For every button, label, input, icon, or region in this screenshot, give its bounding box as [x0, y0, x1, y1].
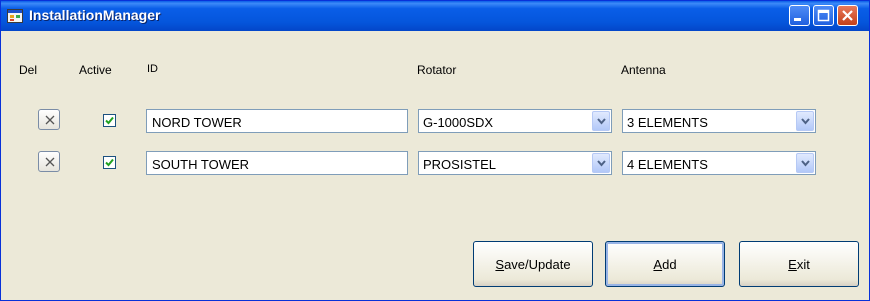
dropdown-button[interactable]	[592, 153, 610, 173]
id-input[interactable]: NORD TOWER	[146, 109, 408, 133]
maximize-icon	[817, 9, 830, 22]
chevron-down-icon	[801, 160, 810, 167]
exit-label: Exit	[788, 256, 810, 272]
antenna-select[interactable]: 3 ELEMENTS	[622, 109, 816, 133]
header-rotator: Rotator	[417, 63, 457, 77]
header-antenna: Antenna	[621, 63, 666, 77]
antenna-value: 3 ELEMENTS	[627, 115, 708, 130]
minimize-icon	[794, 18, 801, 21]
title-bar[interactable]: InstallationManager	[1, 1, 869, 31]
rotator-value: PROSISTEL	[423, 157, 496, 172]
rotator-select[interactable]: G-1000SDX	[418, 109, 612, 133]
close-icon	[842, 10, 853, 21]
dropdown-button[interactable]	[796, 153, 814, 173]
rotator-value: G-1000SDX	[423, 115, 494, 130]
delete-row-button[interactable]	[38, 151, 60, 172]
rotator-select[interactable]: PROSISTEL	[418, 151, 612, 175]
header-id: ID	[147, 63, 158, 75]
checkmark-icon	[105, 116, 114, 125]
app-icon	[7, 8, 23, 24]
window-title: InstallationManager	[29, 7, 161, 23]
delete-row-button[interactable]	[38, 109, 60, 130]
antenna-select[interactable]: 4 ELEMENTS	[622, 151, 816, 175]
save-update-button[interactable]: Save/Update	[473, 241, 593, 287]
close-button[interactable]	[837, 5, 858, 26]
id-input[interactable]: SOUTH TOWER	[146, 151, 408, 175]
save-update-label: Save/Update	[495, 256, 571, 272]
add-button[interactable]: Add	[605, 241, 725, 287]
exit-button[interactable]: Exit	[739, 241, 859, 287]
chevron-down-icon	[597, 160, 606, 167]
dropdown-button[interactable]	[796, 111, 814, 131]
installation-manager-window: InstallationManager Del Active ID Rotato…	[0, 0, 870, 301]
minimize-button[interactable]	[789, 5, 810, 26]
add-label: Add	[653, 256, 677, 272]
chevron-down-icon	[597, 118, 606, 125]
dropdown-button[interactable]	[592, 111, 610, 131]
active-checkbox[interactable]	[103, 156, 116, 169]
header-active: Active	[79, 63, 112, 77]
delete-x-icon	[45, 115, 55, 125]
antenna-value: 4 ELEMENTS	[627, 157, 708, 172]
header-del: Del	[19, 63, 38, 77]
maximize-button[interactable]	[813, 5, 834, 26]
checkmark-icon	[105, 158, 114, 167]
active-checkbox[interactable]	[103, 114, 116, 127]
delete-x-icon	[45, 157, 55, 167]
chevron-down-icon	[801, 118, 810, 125]
